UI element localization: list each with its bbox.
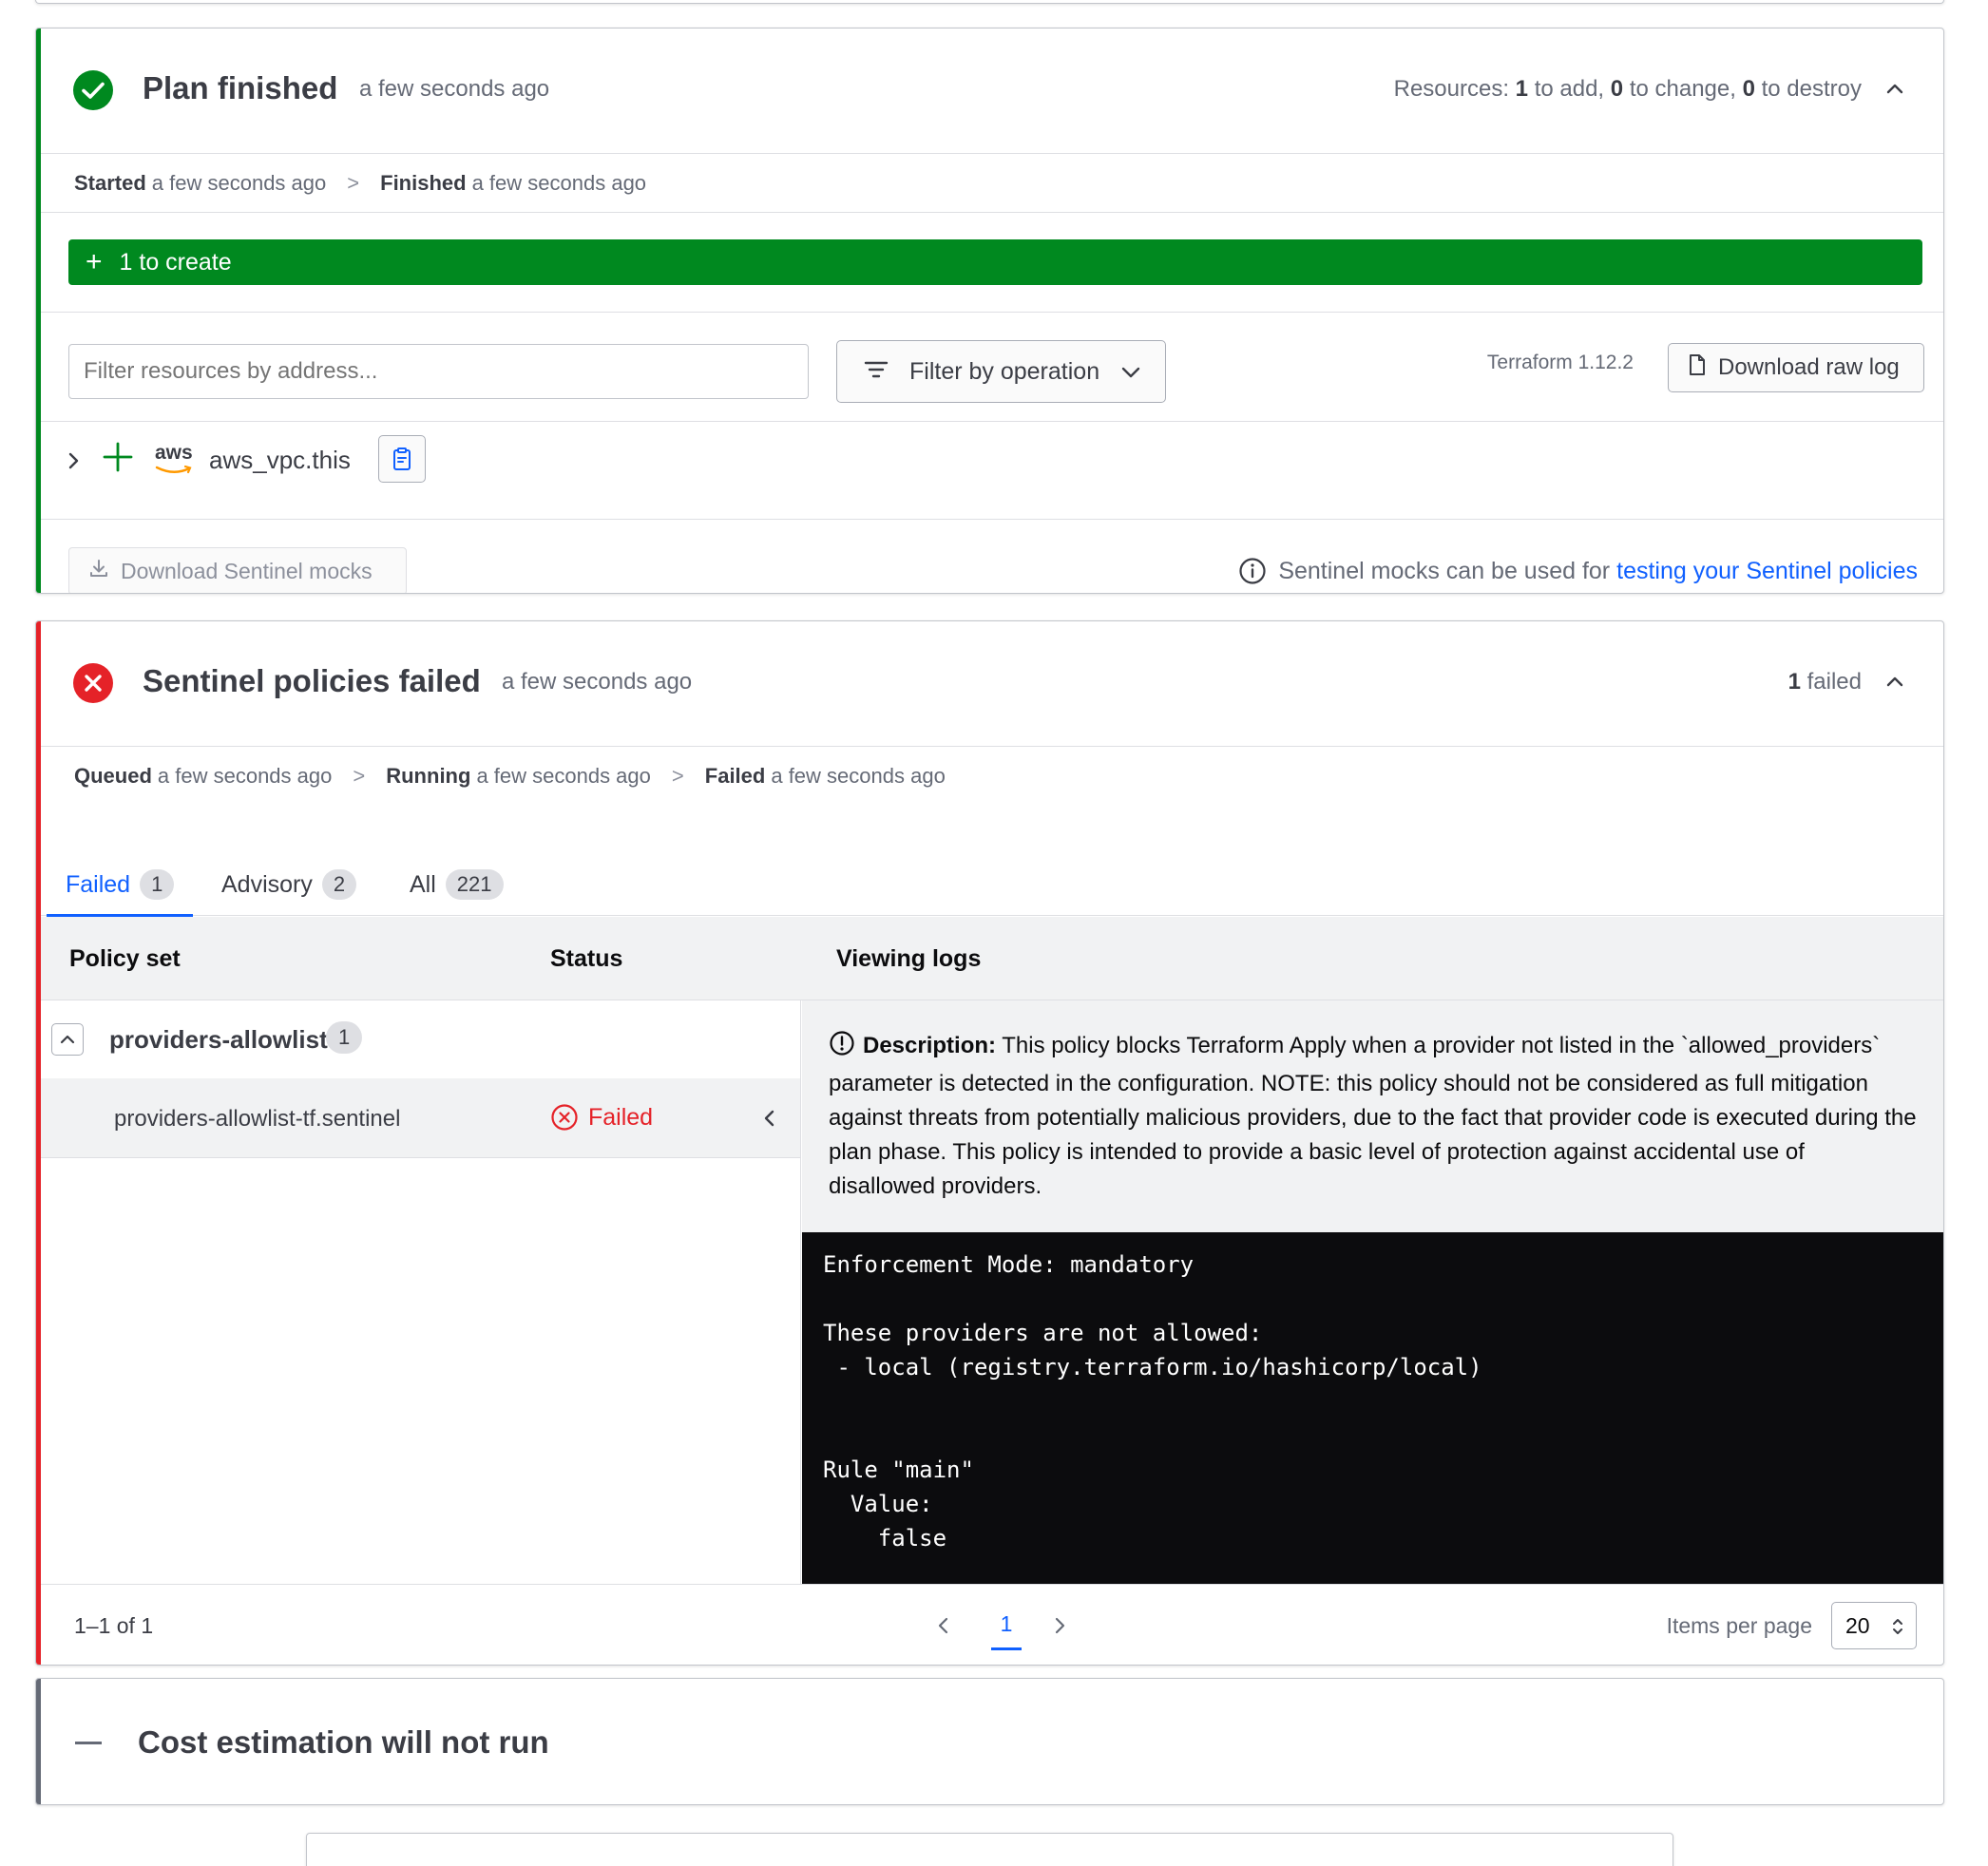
pagination-range: 1–1 of 1 bbox=[74, 1613, 154, 1638]
file-icon bbox=[1688, 353, 1707, 383]
resource-row[interactable]: aws aws_vpc.this bbox=[41, 422, 1943, 500]
sentinel-policies-card: Sentinel policies failed a few seconds a… bbox=[35, 620, 1944, 1666]
items-per-page-select[interactable]: 20 bbox=[1831, 1602, 1917, 1649]
chevron-down-icon bbox=[1120, 358, 1141, 386]
items-per-page-label: Items per page bbox=[1666, 1613, 1812, 1638]
column-policy-set: Policy set bbox=[69, 945, 181, 972]
collapse-chevron-up-icon[interactable] bbox=[1881, 667, 1909, 695]
tab-advisory[interactable]: Advisory 2 bbox=[221, 853, 357, 916]
column-status: Status bbox=[550, 945, 623, 972]
divider bbox=[41, 312, 1943, 313]
policy-name: providers-allowlist-tf.sentinel bbox=[114, 1106, 401, 1132]
policy-description: Description: This policy blocks Terrafor… bbox=[802, 1000, 1943, 1232]
previous-page-icon[interactable] bbox=[934, 1613, 953, 1643]
info-icon bbox=[1239, 558, 1266, 584]
download-sentinel-mocks-button[interactable]: Download Sentinel mocks bbox=[68, 547, 407, 593]
policies-timeline: Queued a few seconds ago > Running a few s… bbox=[74, 764, 946, 788]
chevron-left-icon[interactable] bbox=[760, 1105, 779, 1136]
failed-summary: 1 failed bbox=[1787, 669, 1862, 695]
plan-timeline: Started a few seconds ago > Finished a few… bbox=[74, 171, 647, 195]
plan-card: Plan finished a few seconds ago Resource… bbox=[35, 28, 1944, 594]
tab-count-badge: 221 bbox=[445, 869, 504, 900]
to-create-bar[interactable]: + 1 to create bbox=[68, 239, 1922, 285]
status-badge: Failed bbox=[550, 1103, 653, 1132]
page-number-current[interactable]: 1 bbox=[991, 1611, 1022, 1650]
plan-time: a few seconds ago bbox=[359, 76, 550, 102]
x-circle-icon bbox=[73, 663, 113, 703]
plus-icon: + bbox=[86, 246, 103, 277]
terraform-version: Terraform 1.12.2 bbox=[1486, 352, 1634, 373]
tab-all[interactable]: All 221 bbox=[410, 853, 504, 916]
cost-card-accent bbox=[36, 1679, 41, 1804]
check-circle-icon bbox=[73, 70, 113, 110]
testing-sentinel-policies-link[interactable]: testing your Sentinel policies bbox=[1616, 558, 1918, 585]
cost-title: Cost estimation will not run bbox=[138, 1724, 549, 1760]
table-header: Policy set Status Viewing logs bbox=[41, 917, 1943, 1000]
policies-title: Sentinel policies failed bbox=[143, 663, 481, 698]
column-viewing-logs: Viewing logs bbox=[836, 945, 982, 972]
info-icon bbox=[829, 1030, 855, 1067]
tab-count-badge: 1 bbox=[140, 869, 175, 900]
filter-by-operation-dropdown[interactable]: Filter by operation bbox=[836, 340, 1166, 403]
download-icon bbox=[88, 558, 109, 584]
chevron-up-icon bbox=[60, 1035, 75, 1044]
policy-tabs: Failed 1 Advisory 2 All 221 bbox=[41, 853, 1943, 918]
next-page-icon[interactable] bbox=[1050, 1613, 1069, 1643]
filter-lines-icon bbox=[864, 358, 889, 386]
dash-icon bbox=[75, 1742, 102, 1744]
sentinel-mocks-info: Sentinel mocks can be used for testing y… bbox=[1238, 557, 1918, 585]
tab-count-badge: 2 bbox=[321, 869, 357, 900]
select-arrows-icon bbox=[1893, 1619, 1902, 1634]
policies-header[interactable]: Sentinel policies failed a few seconds a… bbox=[41, 621, 1943, 747]
plan-header[interactable]: Plan finished a few seconds ago Resource… bbox=[41, 29, 1943, 154]
tab-failed[interactable]: Failed 1 bbox=[46, 853, 194, 918]
pagination: 1–1 of 1 1 Items per page 20 bbox=[41, 1584, 1943, 1665]
clipboard-icon bbox=[393, 447, 411, 470]
add-plus-icon bbox=[102, 439, 134, 481]
policy-set-row[interactable]: providers-allowlist 1 bbox=[41, 1000, 800, 1078]
policy-set-count-badge: 1 bbox=[326, 1021, 363, 1054]
download-raw-log-button[interactable]: Download raw log bbox=[1668, 343, 1924, 392]
plan-title: Plan finished bbox=[143, 70, 338, 105]
x-circle-outline-icon bbox=[551, 1104, 578, 1131]
chevron-right-icon[interactable] bbox=[62, 447, 85, 480]
next-card-partial bbox=[306, 1833, 1673, 1866]
collapse-chevron-up-icon[interactable] bbox=[1881, 74, 1909, 103]
resources-summary: Resources: 1 to add, 0 to change, 0 to d… bbox=[1393, 76, 1862, 102]
policy-log-output: Enforcement Mode: mandatory These provid… bbox=[802, 1232, 1943, 1584]
policy-set-name: providers-allowlist bbox=[109, 1025, 328, 1054]
copy-address-button[interactable] bbox=[378, 435, 426, 483]
collapse-policy-set-button[interactable] bbox=[51, 1023, 84, 1056]
policies-time: a few seconds ago bbox=[502, 669, 693, 695]
divider bbox=[41, 212, 1943, 213]
filter-resources-input[interactable] bbox=[68, 344, 809, 399]
policy-list: providers-allowlist 1 providers-allowlis… bbox=[41, 1000, 801, 1584]
resource-address: aws_vpc.this bbox=[209, 446, 351, 474]
policy-row[interactable]: providers-allowlist-tf.sentinel Failed bbox=[41, 1078, 800, 1158]
previous-card-edge bbox=[35, 0, 1944, 4]
cost-estimation-card: Cost estimation will not run bbox=[35, 1678, 1944, 1805]
divider bbox=[41, 519, 1943, 520]
aws-logo-icon: aws bbox=[155, 443, 195, 474]
